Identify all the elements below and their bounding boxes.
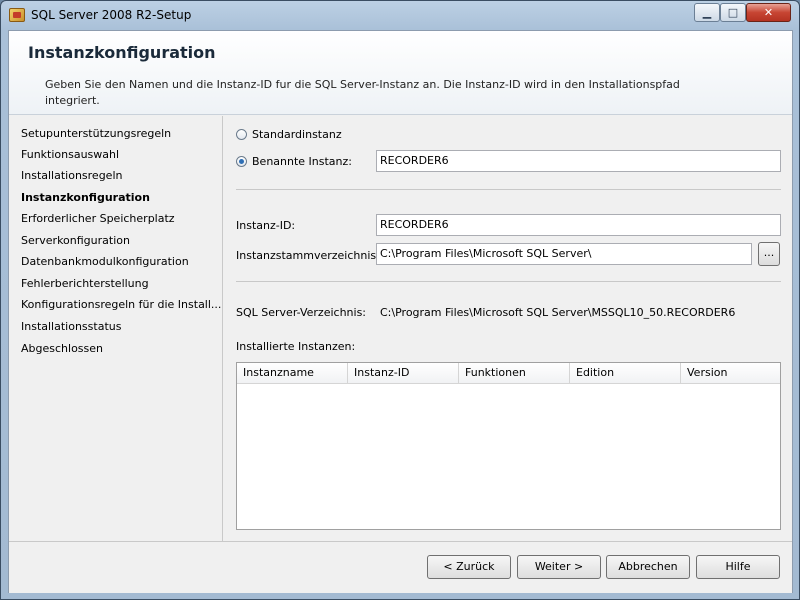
- table-header: Instanzname Instanz-ID Funktionen Editio…: [237, 363, 780, 384]
- step-list: Setupunterstützungsregeln Funktionsauswa…: [9, 116, 223, 541]
- close-button[interactable]: ✕: [746, 3, 791, 22]
- main-panel: Standardinstanz Benannte Instanz: RECORD…: [224, 116, 792, 541]
- named-instance-input[interactable]: RECORDER6: [376, 150, 781, 172]
- help-button[interactable]: Hilfe: [696, 555, 780, 579]
- named-instance-label[interactable]: Benannte Instanz:: [252, 155, 352, 168]
- cancel-button[interactable]: Abbrechen: [606, 555, 690, 579]
- title-bar[interactable]: SQL Server 2008 R2-Setup ▁ □ ✕: [1, 1, 799, 29]
- minimize-button[interactable]: ▁: [694, 3, 720, 22]
- close-icon: ✕: [763, 6, 774, 19]
- browse-button[interactable]: ...: [758, 242, 780, 266]
- page-title: Instanzkonfiguration: [28, 43, 216, 62]
- step-item[interactable]: Fehlerberichterstellung: [21, 277, 149, 290]
- column-header-instance-name[interactable]: Instanzname: [237, 363, 348, 384]
- page-description: Geben Sie den Namen und die Instanz-ID f…: [45, 78, 680, 107]
- sql-dir-value: C:\Program Files\Microsoft SQL Server\MS…: [380, 306, 736, 319]
- step-item[interactable]: Abgeschlossen: [21, 342, 103, 355]
- root-dir-input[interactable]: C:\Program Files\Microsoft SQL Server\: [376, 243, 752, 265]
- sql-setup-icon: [9, 8, 25, 22]
- button-bar: < Zurück Weiter > Abbrechen Hilfe: [9, 541, 792, 593]
- page-header: Instanzkonfiguration Geben Sie den Namen…: [9, 31, 792, 115]
- step-item[interactable]: Erforderlicher Speicherplatz: [21, 212, 175, 225]
- sql-dir-label: SQL Server-Verzeichnis:: [236, 306, 367, 319]
- column-header-version[interactable]: Version: [681, 363, 780, 384]
- installed-instances-label: Installierte Instanzen:: [236, 340, 356, 353]
- default-instance-label[interactable]: Standardinstanz: [252, 128, 342, 141]
- column-header-features[interactable]: Funktionen: [459, 363, 570, 384]
- next-button[interactable]: Weiter >: [517, 555, 601, 579]
- step-item[interactable]: Installationsstatus: [21, 320, 121, 333]
- setup-window: SQL Server 2008 R2-Setup ▁ □ ✕ Instanzko…: [0, 0, 800, 600]
- root-dir-label: Instanzstammverzeichnis:: [236, 249, 380, 262]
- divider: [236, 281, 781, 282]
- column-header-edition[interactable]: Edition: [570, 363, 681, 384]
- instance-id-input[interactable]: RECORDER6: [376, 214, 781, 236]
- divider: [236, 189, 781, 190]
- default-instance-radio[interactable]: [236, 129, 247, 140]
- client-area: Instanzkonfiguration Geben Sie den Namen…: [8, 30, 793, 593]
- installed-instances-table[interactable]: Instanzname Instanz-ID Funktionen Editio…: [236, 362, 781, 530]
- instance-id-label: Instanz-ID:: [236, 219, 296, 232]
- step-item[interactable]: Konfigurationsregeln für die Install...: [21, 298, 221, 311]
- step-item[interactable]: Serverkonfiguration: [21, 234, 130, 247]
- step-item[interactable]: Installationsregeln: [21, 169, 122, 182]
- named-instance-radio[interactable]: [236, 156, 247, 167]
- column-header-instance-id[interactable]: Instanz-ID: [348, 363, 459, 384]
- minimize-icon: ▁: [702, 6, 712, 19]
- step-item[interactable]: Datenbankmodulkonfiguration: [21, 255, 189, 268]
- maximize-button[interactable]: □: [720, 3, 746, 22]
- step-item[interactable]: Funktionsauswahl: [21, 148, 119, 161]
- step-item[interactable]: Setupunterstützungsregeln: [21, 127, 171, 140]
- window-title: SQL Server 2008 R2-Setup: [31, 8, 192, 22]
- back-button[interactable]: < Zurück: [427, 555, 511, 579]
- step-item-current[interactable]: Instanzkonfiguration: [21, 191, 150, 204]
- maximize-icon: □: [727, 6, 739, 19]
